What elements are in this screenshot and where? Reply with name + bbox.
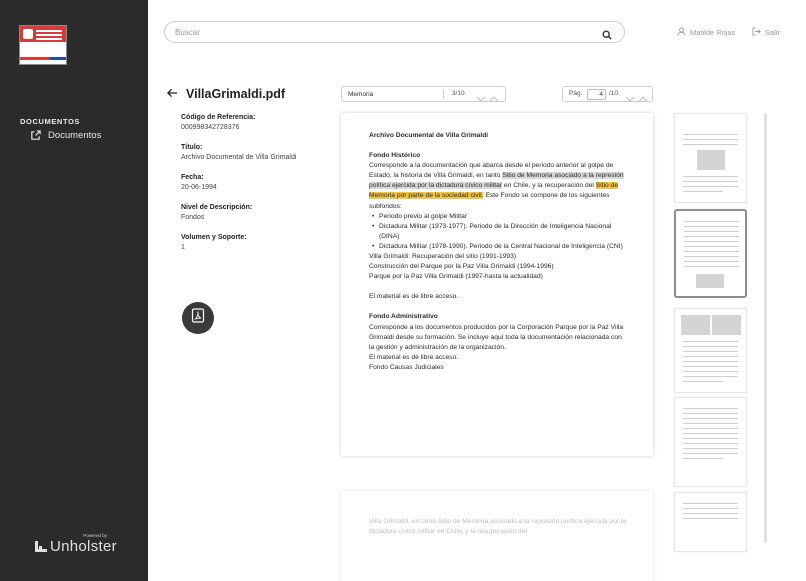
back-arrow-icon[interactable] <box>167 85 178 103</box>
sidebar-item-label: Documentos <box>48 130 102 141</box>
user-name: Matilde Rojas <box>690 28 736 37</box>
page-thumbnail[interactable] <box>674 397 747 487</box>
metadata-value: Fondos <box>181 214 205 221</box>
user-menu[interactable]: Matilde Rojas <box>677 27 735 38</box>
metadata-label: Nivel de Descripción: <box>181 204 253 211</box>
chevron-down-icon[interactable] <box>476 90 486 108</box>
page-text: Archivo Documental de Villa Grimaldi Fon… <box>369 131 627 373</box>
chevron-down-icon[interactable] <box>625 90 635 108</box>
page-text: Villa Grimaldi, en tanto Sitio de Memori… <box>369 518 627 536</box>
metadata-item: Título: Archivo Documental de Villa Grim… <box>181 143 326 163</box>
logout-label: Salir <box>765 28 781 37</box>
paragraph: Corresponde a los documentos producidos … <box>369 323 624 351</box>
page-thumbnail[interactable] <box>674 308 747 393</box>
metadata-item: Nivel de Descripción: Fondos <box>181 203 326 223</box>
page-heading: Archivo Documental de Villa Grimaldi <box>369 132 489 139</box>
search-input[interactable] <box>175 25 595 39</box>
text-line: Parque por la Paz Villa Grimaldi (1997-h… <box>369 273 543 281</box>
page-navigator: Pág. /10 <box>562 86 653 102</box>
subsecretaria-logo[interactable] <box>19 25 67 65</box>
metadata-label: Volumen y Soporte: <box>181 234 247 241</box>
metadata-value: Archivo Documental de Villa Grimaldi <box>181 154 297 161</box>
document-header: VillaGrimaldi.pdf <box>167 85 285 103</box>
sidebar-section-label: DOCUMENTOS <box>20 117 81 126</box>
list-item: Dictadura Militar (1973-1977). Periodo d… <box>369 222 627 242</box>
page-thumbnail[interactable] <box>674 492 747 552</box>
chevron-up-icon[interactable] <box>638 90 648 108</box>
document-title: VillaGrimaldi.pdf <box>186 87 286 101</box>
document-page: Archivo Documental de Villa Grimaldi Fon… <box>341 113 653 456</box>
sidebar-item-documentos[interactable]: Documentos <box>30 130 101 141</box>
page-thumbnail-active[interactable] <box>674 209 747 298</box>
section-title: Fondo Histórico <box>369 152 421 160</box>
thumbnail-scrollbar[interactable] <box>764 113 767 543</box>
text-line: Villa Grimaldi: Recuperación del sitio (… <box>369 253 517 261</box>
metadata-value: 1 <box>181 244 185 251</box>
download-pdf-button[interactable] <box>182 302 214 334</box>
paragraph: Corresponde a la documentación que abarc… <box>369 162 624 210</box>
list-item: Periodo previo al golpe Militar <box>369 212 627 222</box>
metadata-item: Volumen y Soporte: 1 <box>181 233 326 253</box>
document-page-next: Villa Grimaldi, en tanto Sitio de Memori… <box>341 491 653 581</box>
list-item: Dictadura Militar (1978-1990). Periodo d… <box>369 242 627 252</box>
unholster-logo-icon <box>35 541 47 552</box>
metadata-value: 20-06-1994 <box>181 184 217 191</box>
logout-button[interactable]: Salir <box>752 27 780 38</box>
user-icon <box>677 27 686 38</box>
logout-icon <box>752 27 761 38</box>
section-title: Fondo Administrativo <box>369 313 438 321</box>
page-label: Pág. <box>569 90 583 97</box>
find-match-count: 3/10 <box>452 90 465 97</box>
chevron-up-icon[interactable] <box>489 90 499 108</box>
document-metadata: Código de Referencia: 000998342728376 Tí… <box>181 113 326 263</box>
find-input[interactable] <box>348 89 438 100</box>
page-number-input[interactable] <box>587 89 606 100</box>
subfondos-list: Periodo previo al golpe Militar Dictadur… <box>369 212 627 252</box>
metadata-value: 000998342728376 <box>181 124 240 131</box>
sidebar: DOCUMENTOS Documentos Powered by Unholst… <box>0 0 148 581</box>
find-in-document: 3/10 <box>341 86 506 102</box>
text-line: Construcción del Parque por la Paz Villa… <box>369 263 554 271</box>
text-line: El material es de libre acceso. <box>369 353 459 361</box>
external-link-icon <box>30 130 41 141</box>
brand-name: Unholster <box>50 538 117 555</box>
text-line: Fondo Causas Judiciales <box>369 363 444 371</box>
page-total: /10 <box>609 90 619 97</box>
search-bar <box>164 21 625 43</box>
metadata-label: Fecha: <box>181 174 204 181</box>
page-thumbnail[interactable] <box>674 113 747 203</box>
metadata-item: Fecha: 20-06-1994 <box>181 173 326 193</box>
search-icon[interactable] <box>602 27 612 45</box>
metadata-label: Código de Referencia: <box>181 114 256 121</box>
metadata-label: Título: <box>181 144 203 151</box>
pdf-file-icon <box>191 308 205 328</box>
metadata-item: Código de Referencia: 000998342728376 <box>181 113 326 133</box>
text-line: El material es de libre acceso. <box>369 293 459 301</box>
